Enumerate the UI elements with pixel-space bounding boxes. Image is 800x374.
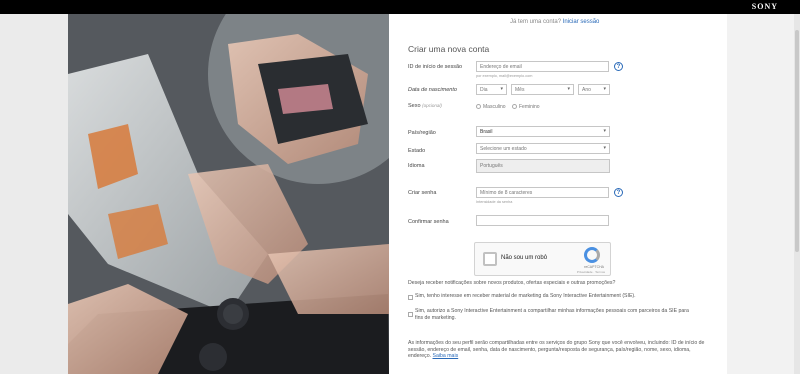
top-bar: SONY <box>0 0 800 14</box>
language-label: Idioma <box>408 163 425 169</box>
radio-icon <box>512 104 517 109</box>
gender-male-label: Masculino <box>483 104 506 110</box>
password-label: Criar senha <box>408 190 437 196</box>
chevron-down-icon: ▾ <box>603 145 606 151</box>
dob-month-select[interactable]: Mês ▾ <box>511 84 574 95</box>
opt1-label: Sim, tenho interesse em receber material… <box>415 293 636 299</box>
signin-question: Já tem uma conta? <box>510 19 562 25</box>
gender-female-radio[interactable]: Feminino <box>512 104 540 110</box>
privacy-notice: As informações do seu perfil serão compa… <box>408 340 708 360</box>
recaptcha-label: Não sou um robô <box>501 255 548 261</box>
gamer-hands-image <box>68 14 389 374</box>
gender-label-text: Sexo <box>408 103 421 109</box>
hero-photo <box>68 14 389 374</box>
chevron-down-icon: ▾ <box>603 86 606 92</box>
dob-year-value: Ano <box>582 87 591 93</box>
dob-month-value: Mês <box>515 87 525 93</box>
signin-id-label: ID de início de sessão <box>408 64 463 70</box>
dob-year-select[interactable]: Ano ▾ <box>578 84 610 95</box>
sony-logo: SONY <box>751 2 778 11</box>
password-input[interactable]: Mínimo de 8 caracteres <box>476 187 609 198</box>
scrollbar[interactable] <box>794 14 800 374</box>
gender-female-label: Feminino <box>519 104 540 110</box>
gender-optional: (opcional) <box>422 103 442 108</box>
help-icon[interactable]: ? <box>614 62 623 71</box>
signin-id-hint: por exemplo, mail@exemplo.com <box>476 74 533 78</box>
state-select[interactable]: Selecione um estado ▾ <box>476 143 610 154</box>
recaptcha-terms: Privacidade · Termos <box>576 270 605 274</box>
opt2-checkbox[interactable] <box>408 312 413 317</box>
chevron-down-icon: ▾ <box>500 86 503 92</box>
radio-icon <box>476 104 481 109</box>
dob-label: Data de nascimento <box>408 87 457 93</box>
recaptcha-checkbox[interactable] <box>483 252 497 266</box>
help-icon[interactable]: ? <box>614 188 623 197</box>
notify-question: Deseja receber notificações sobre novos … <box>408 280 616 286</box>
confirm-password-input[interactable] <box>476 215 609 226</box>
language-field: Português <box>476 159 610 173</box>
dob-day-select[interactable]: Dia ▾ <box>476 84 507 95</box>
opt1-checkbox[interactable] <box>408 295 413 300</box>
chevron-down-icon: ▾ <box>567 86 570 92</box>
signin-id-input[interactable]: Endereço de email <box>476 61 609 72</box>
chevron-down-icon: ▾ <box>603 128 606 134</box>
country-select[interactable]: Brasil ▾ <box>476 126 610 137</box>
country-label: País/região <box>408 130 436 136</box>
dob-day-value: Dia <box>480 87 488 93</box>
page-background <box>727 14 800 374</box>
state-value: Selecione um estado <box>480 146 527 152</box>
recaptcha-icon <box>584 247 600 263</box>
opt2-label: Sim, autorizo a Sony Interactive Enterta… <box>415 308 689 321</box>
password-strength-hint: Intensidade da senha <box>476 200 513 204</box>
confirm-password-label: Confirmar senha <box>408 219 449 225</box>
recaptcha-widget: Não sou um robô reCAPTCHA Privacidade · … <box>474 242 611 276</box>
gender-male-radio[interactable]: Masculino <box>476 104 506 110</box>
state-label: Estado <box>408 148 426 154</box>
signin-link[interactable]: Iniciar sessão <box>563 19 600 25</box>
recaptcha-brand: reCAPTCHA <box>584 265 604 269</box>
learn-more-link[interactable]: Saiba mais <box>433 353 459 359</box>
country-value: Brasil <box>480 129 493 135</box>
gender-label: Sexo (opcional) <box>408 103 442 109</box>
scrollbar-thumb[interactable] <box>795 30 799 252</box>
signin-prompt: Já tem uma conta? Iniciar sessão <box>510 19 599 25</box>
page-title: Criar uma nova conta <box>408 44 490 54</box>
